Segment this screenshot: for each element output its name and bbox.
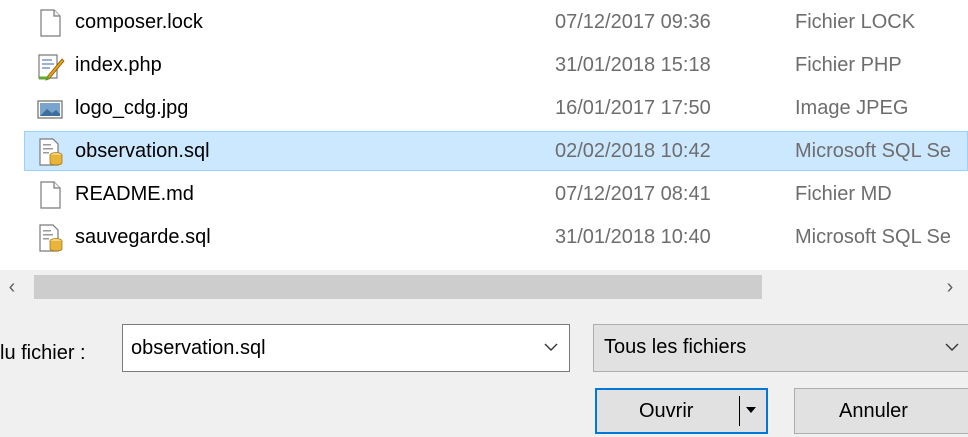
- php-file-icon: [38, 54, 65, 81]
- file-name: observation.sql: [75, 140, 210, 162]
- file-row[interactable]: composer.lock 07/12/2017 09:36 Fichier L…: [24, 2, 968, 42]
- file-name: logo_cdg.jpg: [75, 97, 189, 119]
- open-button[interactable]: Ouvrir: [595, 388, 768, 434]
- blank-file-icon: [40, 9, 61, 37]
- chevron-down-icon: [945, 343, 959, 351]
- file-row[interactable]: index.php 31/01/2018 15:18 Fichier PHP: [24, 45, 968, 85]
- blank-file-icon: [40, 181, 61, 209]
- file-name: README.md: [75, 183, 194, 205]
- image-file-icon: [37, 100, 63, 119]
- file-date: 31/01/2018 15:18: [555, 54, 711, 76]
- dropdown-arrow-icon[interactable]: [744, 403, 758, 417]
- split-separator: [739, 396, 740, 426]
- chevron-down-icon[interactable]: [543, 339, 559, 355]
- scroll-right-button[interactable]: ›: [938, 274, 962, 300]
- file-row[interactable]: README.md 07/12/2017 08:41 Fichier MD: [24, 174, 968, 214]
- file-row[interactable]: sauvegarde.sql 31/01/2018 10:40 Microsof…: [24, 217, 968, 257]
- scrollbar-thumb[interactable]: [34, 275, 762, 299]
- file-date: 02/02/2018 10:42: [555, 140, 711, 162]
- file-type: Microsoft SQL Se: [795, 226, 951, 248]
- cancel-button-label: Annuler: [839, 400, 908, 422]
- filename-combobox[interactable]: observation.sql: [122, 324, 570, 372]
- file-type: Fichier PHP: [795, 54, 902, 76]
- file-row[interactable]: logo_cdg.jpg 16/01/2017 17:50 Image JPEG: [24, 88, 968, 128]
- sql-file-icon: [39, 224, 63, 252]
- file-type: Fichier MD: [795, 183, 892, 205]
- scroll-left-button[interactable]: ‹: [0, 274, 24, 300]
- file-name: index.php: [75, 54, 162, 76]
- file-date: 31/01/2018 10:40: [555, 226, 711, 248]
- file-type: Fichier LOCK: [795, 11, 916, 33]
- file-name: sauvegarde.sql: [75, 226, 211, 248]
- sql-file-icon: [39, 138, 63, 166]
- file-type: Image JPEG: [795, 97, 909, 119]
- open-button-label: Ouvrir: [639, 400, 694, 422]
- file-list: composer.lock 07/12/2017 09:36 Fichier L…: [0, 0, 968, 270]
- file-date: 07/12/2017 08:41: [555, 183, 711, 205]
- dialog-footer: lu fichier : observation.sql Tous les fi…: [0, 304, 968, 437]
- file-type: Microsoft SQL Se: [795, 140, 951, 162]
- file-row[interactable]: observation.sql 02/02/2018 10:42 Microso…: [24, 131, 968, 171]
- file-name: composer.lock: [75, 11, 203, 33]
- cancel-button[interactable]: Annuler: [794, 388, 968, 434]
- file-date: 16/01/2017 17:50: [555, 97, 711, 119]
- file-type-filter-value: Tous les fichiers: [604, 336, 747, 358]
- filename-label: lu fichier :: [0, 342, 86, 364]
- file-date: 07/12/2017 09:36: [555, 11, 711, 33]
- horizontal-scrollbar[interactable]: ‹ ›: [0, 270, 968, 304]
- file-type-filter[interactable]: Tous les fichiers: [593, 324, 968, 372]
- filename-input[interactable]: observation.sql: [131, 337, 266, 360]
